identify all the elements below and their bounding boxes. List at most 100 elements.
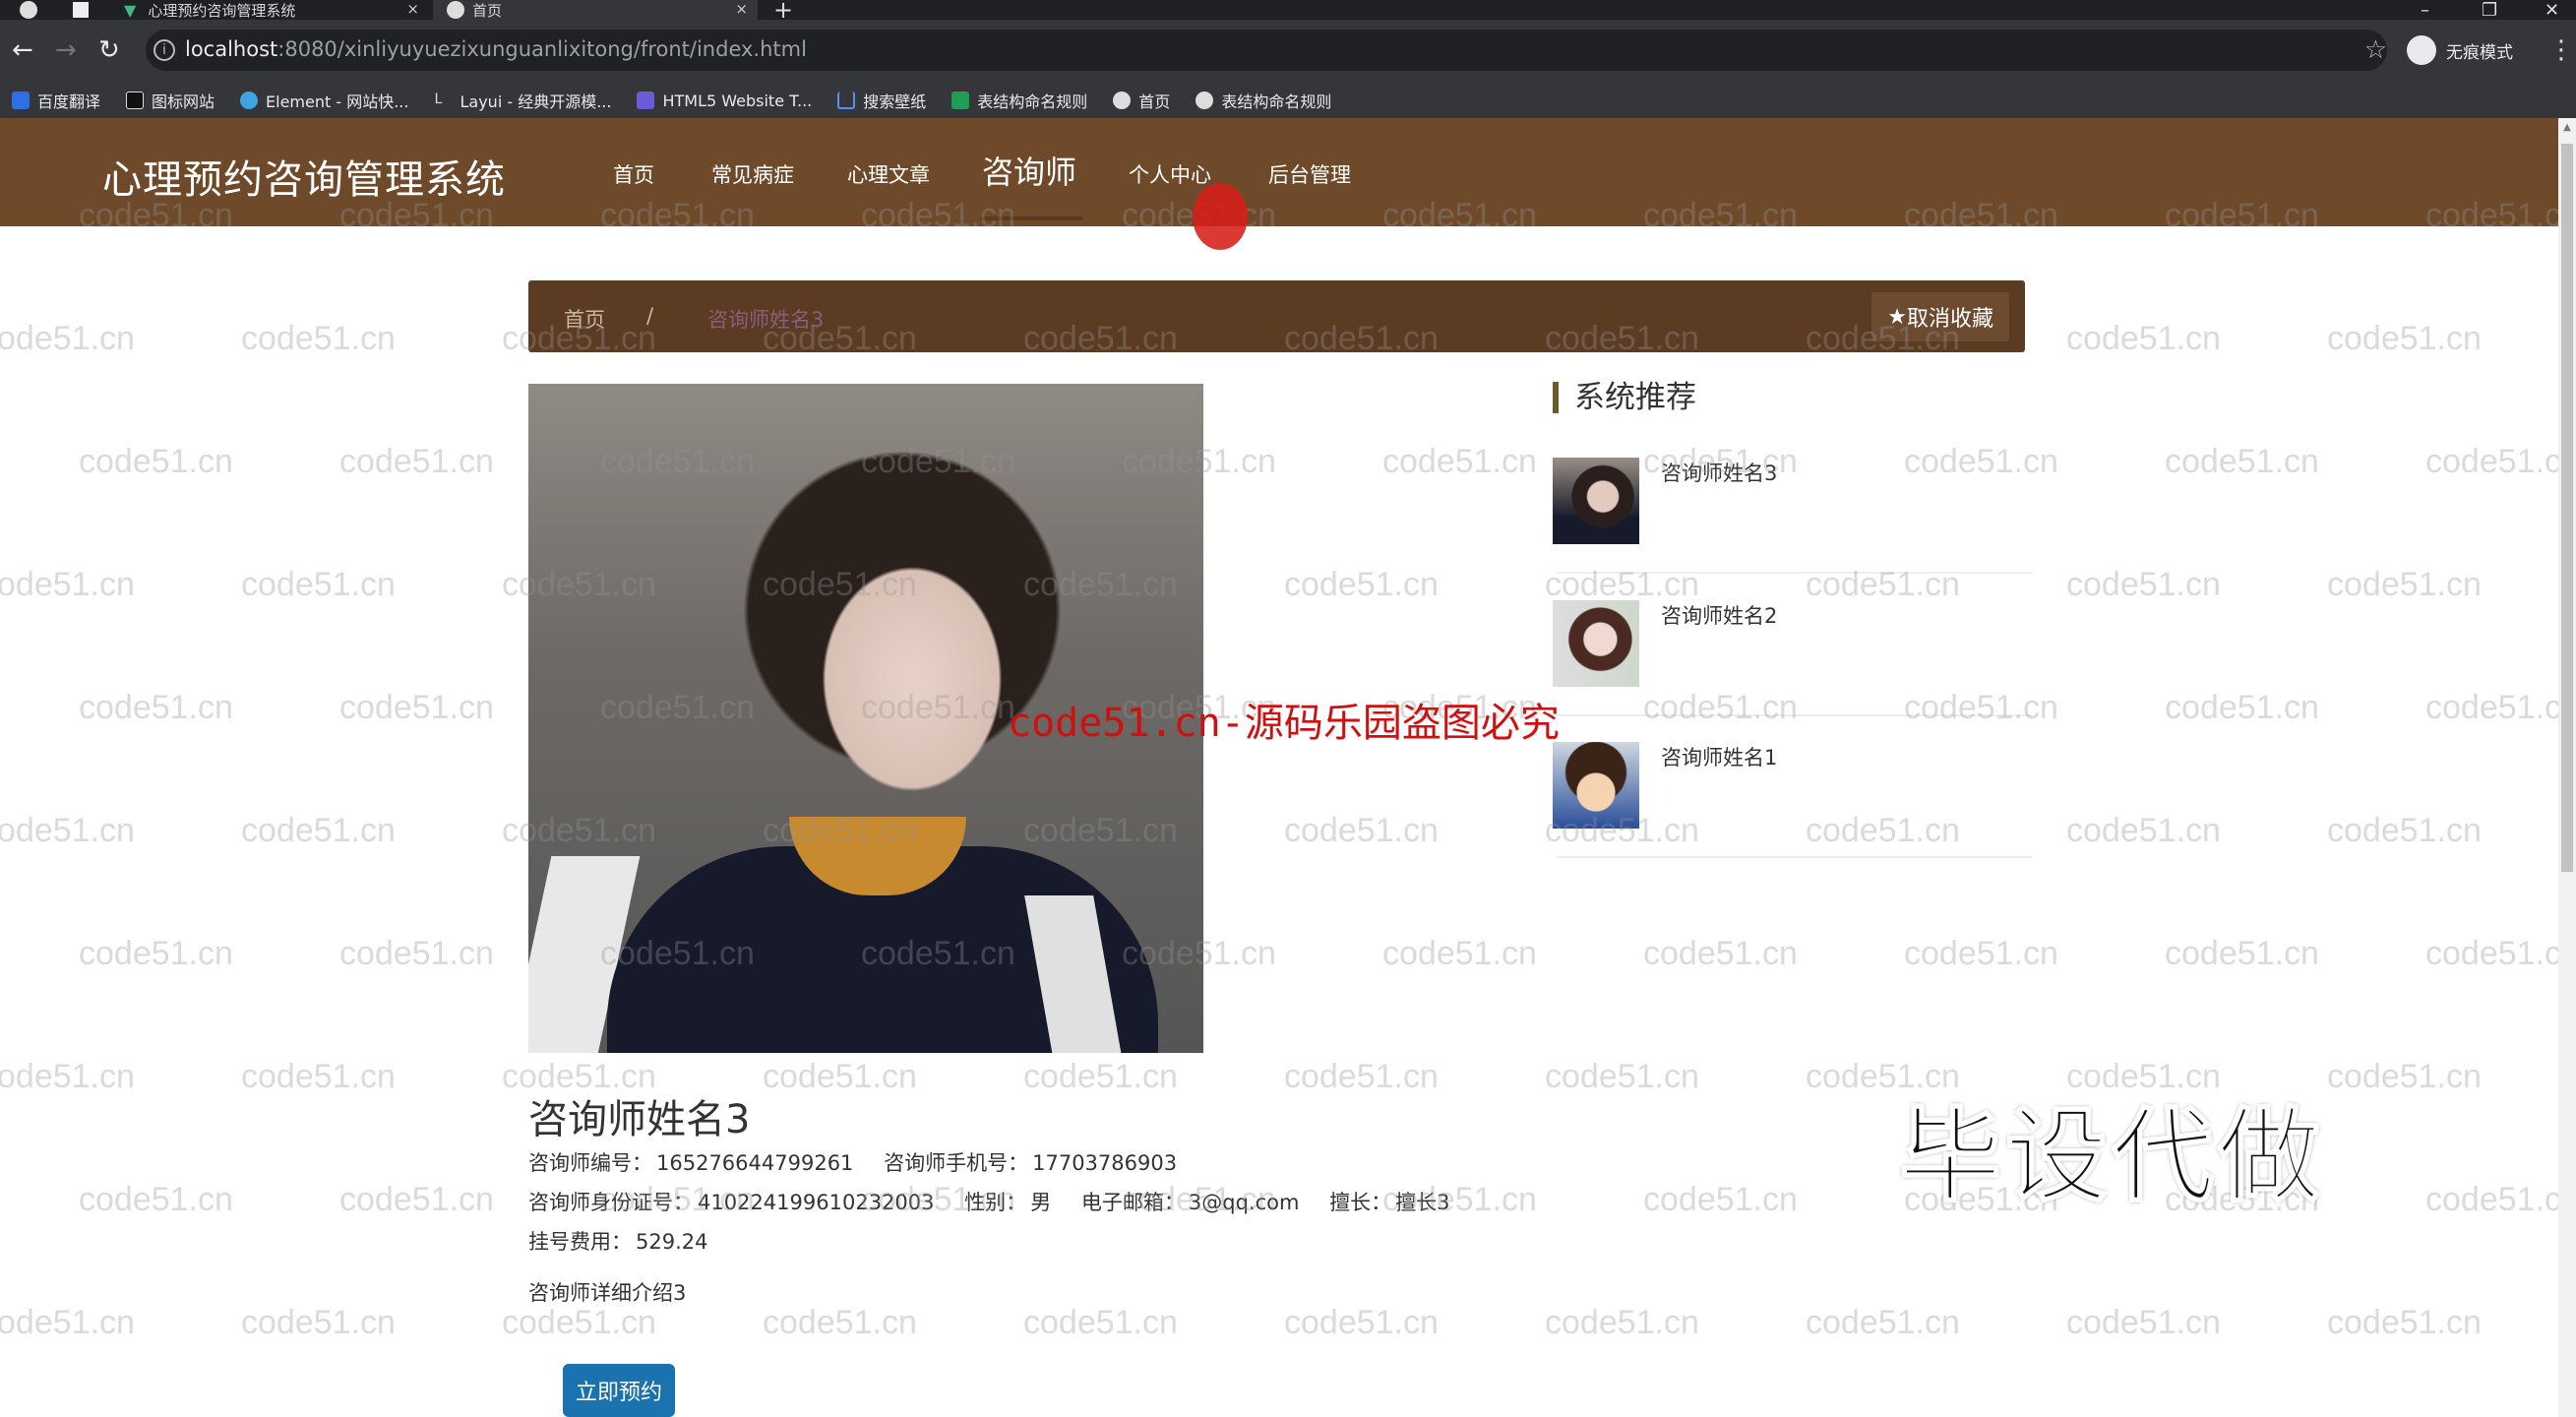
counselor-thumbnail[interactable] [1553,458,1639,544]
html5-icon [637,92,655,109]
close-tab-icon[interactable]: × [735,0,748,18]
element-icon [240,92,259,109]
close-tab-icon[interactable]: × [406,0,419,18]
watermark-text: code51.cn [1643,1181,1798,1218]
bookmark-item[interactable]: 表结构命名规则 [951,89,1087,112]
bookmark-label: HTML5 Website T... [662,91,813,110]
unfavorite-label: 取消收藏 [1906,307,1993,332]
id-label: 咨询师编号： [528,1151,652,1175]
watermark-text: code51.cn [2327,566,2482,603]
breadcrumb-home[interactable]: 首页 [564,304,605,334]
close-window-button[interactable]: ✕ [2545,0,2559,21]
info-row-1: 咨询师编号： 165276644799261 咨询师手机号： 17703786903 [528,1147,1200,1177]
watermark-text: code51.cn [339,689,494,726]
minimize-button[interactable]: – [2421,0,2429,21]
tab-app[interactable]: ▼ 心理预约咨询管理系统 × [114,0,429,20]
scroll-up-arrow-icon[interactable]: ▲ [2558,118,2576,138]
nav-articles[interactable]: 心理文章 [847,159,930,189]
address-bar[interactable]: i localhost:8080/xinliyuyuezixunguanlixi… [146,30,2387,71]
wallpaper-icon [837,92,856,109]
globe-icon [447,1,464,19]
bookmark-item[interactable]: 百度翻译 [12,89,100,112]
browser-menu-icon[interactable]: ⋮ [2548,35,2574,65]
counselor-thumbnail[interactable] [1553,600,1639,687]
bookmark-item[interactable]: 表结构命名规则 [1196,89,1331,112]
watermark-text: code51.cn [1643,935,1798,972]
watermark-text: code51.cn [2066,320,2221,357]
watermark-text: code51.cn [1284,812,1439,849]
counselor-name: 咨询师姓名3 [528,1097,751,1142]
profile-globe-icon[interactable] [20,1,37,19]
watermark-text: code51.cn [1284,1058,1439,1095]
nav-common-disorders[interactable]: 常见病症 [711,159,794,189]
tab-home[interactable]: 首页 × [433,0,758,20]
bookmark-star-icon[interactable]: ☆ [2364,35,2387,65]
nav-personal-center[interactable]: 个人中心 [1129,159,1211,189]
watermark-text: code51.cn [0,1058,135,1095]
bookmark-item[interactable]: 图标网站 [126,89,215,112]
watermark-text: code51.cn [0,812,135,849]
tab-title: 首页 [472,1,503,20]
bookmark-item[interactable]: L Layui - 经典开源模... [434,89,611,112]
gender-value: 男 [1030,1191,1052,1214]
counselor-thumbnail[interactable] [1553,742,1639,829]
watermark-text: code51.cn [2066,812,2221,849]
url-text[interactable]: localhost:8080/xinliyuyuezixunguanlixito… [185,37,807,61]
breadcrumb-current: 咨询师姓名3 [707,308,825,332]
recommend-item[interactable]: 咨询师姓名2 [1553,600,2033,718]
nav-counselors[interactable]: 咨询师 [982,148,1076,193]
recommend-name[interactable]: 咨询师姓名3 [1661,458,1777,487]
breadcrumb: 首页 / 咨询师姓名3 ★ 取消收藏 [528,280,2025,352]
nav-home[interactable]: 首页 [613,159,654,189]
layui-icon: L [434,92,443,107]
bookmark-item[interactable]: HTML5 Website T... [637,92,812,110]
unfavorite-button[interactable]: ★ 取消收藏 [1871,292,2009,341]
bookmark-item[interactable]: 搜索壁纸 [837,89,926,112]
tab-search-icon[interactable] [73,2,89,18]
star-icon: ★ [1887,304,1907,330]
recommend-name[interactable]: 咨询师姓名2 [1661,600,1777,630]
gender-label: 性别： [964,1191,1027,1214]
email-value: 3@qq.com [1188,1191,1300,1214]
sheet-icon [951,92,970,109]
watermark-text: code51.cn [339,1181,494,1218]
watermark-text: code51.cn [1806,1304,1960,1341]
watermark-text: code51.cn [339,443,494,480]
recommend-name[interactable]: 咨询师姓名1 [1661,742,1777,771]
watermark-text: code51.cn [2165,689,2319,726]
bookmark-item[interactable]: 首页 [1113,89,1170,112]
bookmark-item[interactable]: Element - 网站快... [240,89,408,112]
divider [1557,714,2033,716]
tab-title: 心理预约咨询管理系统 [148,1,296,20]
watermark-text: code51.cn [0,320,135,357]
back-button[interactable]: ← [12,37,33,63]
book-now-button[interactable]: 立即预约 [563,1364,675,1417]
reload-button[interactable]: ↻ [98,37,120,63]
maximize-button[interactable]: ❐ [2482,0,2497,21]
watermark-text: code51.cn [2425,935,2558,972]
bookmark-label: 表结构命名规则 [1221,92,1332,111]
recommend-item[interactable]: 咨询师姓名3 [1553,458,2033,576]
forward-button[interactable]: → [55,37,77,63]
watermark-text: code51.cn [2165,935,2319,972]
page-content: 心理预约咨询管理系统 首页 常见病症 心理文章 咨询师 个人中心 后台管理 首页… [0,118,2558,1417]
fee-value: 529.24 [636,1230,708,1254]
watermark-text: code51.cn [2327,812,2482,849]
recommend-item[interactable]: 咨询师姓名1 [1553,742,2033,860]
site-title[interactable]: 心理预约咨询管理系统 [102,148,506,205]
page-scrollbar[interactable]: ▲ [2558,118,2576,1417]
email-label: 电子邮箱： [1080,1191,1185,1214]
phone-label: 咨询师手机号： [884,1151,1029,1175]
nav-admin[interactable]: 后台管理 [1268,159,1351,189]
bookmark-label: Element - 网站快... [266,92,409,111]
watermark-text: code51.cn [0,1304,135,1341]
watermark-text: code51.cn [2327,1304,2482,1341]
incognito-indicator[interactable]: 无痕模式 [2407,33,2513,67]
site-info-icon[interactable]: i [153,39,175,61]
scroll-thumb[interactable] [2561,144,2573,872]
divider [1557,856,2033,858]
watermark-text: code51.cn [1545,1058,1699,1095]
watermark-text: code51.cn [241,812,396,849]
breadcrumb-separator: / [646,304,654,328]
bookmark-label: 首页 [1138,92,1171,111]
